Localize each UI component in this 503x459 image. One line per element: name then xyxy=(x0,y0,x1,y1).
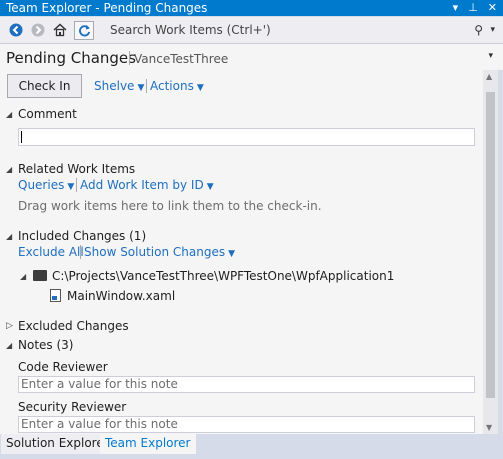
drag-hint: Drag work items here to link them to the… xyxy=(18,199,322,213)
forward-arrow-icon[interactable] xyxy=(30,22,46,38)
window-controls: ▾ ⊥ ✕ xyxy=(453,0,497,16)
chevron-down-icon: ▼ xyxy=(228,249,236,259)
related-work-items-title[interactable]: Related Work Items xyxy=(18,162,135,176)
code-reviewer-input[interactable]: Enter a value for this note xyxy=(18,376,475,393)
workspace-name: VanceTestThree xyxy=(134,52,229,66)
scroll-thumb[interactable] xyxy=(486,92,495,398)
close-icon[interactable]: ✕ xyxy=(488,0,497,16)
chevron-down-icon: ▼ xyxy=(206,182,214,192)
add-work-item-label: Add Work Item by ID xyxy=(80,178,204,192)
text-cursor xyxy=(21,131,22,143)
chevron-down-icon: ▼ xyxy=(196,83,204,93)
collapse-triangle-icon[interactable]: ◢ xyxy=(6,110,12,119)
check-in-button[interactable]: Check In xyxy=(7,74,82,98)
window-dropdown-icon[interactable]: ▾ xyxy=(453,0,459,16)
scroll-up-icon[interactable]: ▲ xyxy=(486,72,492,81)
scroll-down-icon[interactable]: ▼ xyxy=(486,423,492,432)
tab-solution-explorer[interactable]: Solution Explorer xyxy=(1,434,115,454)
queries-link[interactable]: Queries ▼ xyxy=(18,178,74,192)
page-header: Pending Changes VanceTestThree ▾ xyxy=(0,44,503,70)
show-solution-changes-label: Show Solution Changes xyxy=(84,245,226,259)
excluded-changes-title[interactable]: Excluded Changes xyxy=(18,319,129,333)
file-name[interactable]: MainWindow.xaml xyxy=(67,289,175,303)
chevron-down-icon: ▼ xyxy=(137,83,145,93)
pending-changes-panel: Check In Shelve ▼ Actions ▼ ◢ Comment ◢ Re… xyxy=(0,70,483,434)
note-label: Code Reviewer xyxy=(18,360,108,374)
back-arrow-icon[interactable] xyxy=(8,22,24,38)
search-input[interactable]: Search Work Items (Ctrl+') ⚲ ▾ xyxy=(103,20,497,40)
refresh-icon[interactable] xyxy=(74,21,94,40)
search-dropdown-icon[interactable]: ▾ xyxy=(490,20,495,40)
collapse-triangle-icon[interactable]: ◢ xyxy=(6,341,12,350)
note-label: Security Reviewer xyxy=(18,400,127,414)
comment-input[interactable] xyxy=(18,128,475,146)
comment-section-title[interactable]: Comment xyxy=(18,107,77,121)
included-changes-title[interactable]: Included Changes (1) xyxy=(18,229,146,243)
home-icon[interactable] xyxy=(52,22,68,38)
page-title: Pending Changes xyxy=(6,49,136,67)
xaml-file-icon xyxy=(50,289,61,302)
security-reviewer-input[interactable]: Enter a value for this note xyxy=(18,416,475,433)
search-icon[interactable]: ⚲ xyxy=(474,20,483,40)
collapse-triangle-icon[interactable]: ◢ xyxy=(6,165,12,174)
shelve-label: Shelve xyxy=(94,79,135,93)
toolbar-separator xyxy=(76,178,77,192)
header-dropdown-icon[interactable]: ▾ xyxy=(488,51,493,61)
tab-team-explorer[interactable]: Team Explorer xyxy=(100,434,196,454)
folder-icon xyxy=(33,270,47,281)
navigation-bar: Search Work Items (Ctrl+') ⚲ ▾ xyxy=(0,17,503,44)
window-title: Team Explorer - Pending Changes xyxy=(6,1,208,15)
actions-link[interactable]: Actions ▼ xyxy=(150,79,204,93)
queries-label: Queries xyxy=(18,178,65,192)
shelve-link[interactable]: Shelve ▼ xyxy=(94,79,144,93)
vertical-scrollbar[interactable]: ▲ ▼ xyxy=(483,70,498,434)
add-work-item-link[interactable]: Add Work Item by ID ▼ xyxy=(80,178,214,192)
exclude-all-link[interactable]: Exclude All xyxy=(18,245,84,259)
header-separator xyxy=(129,51,130,65)
search-placeholder: Search Work Items (Ctrl+') xyxy=(110,23,271,37)
toolbar-separator xyxy=(146,79,147,93)
folder-path[interactable]: C:\Projects\VanceTestThree\WPFTestOne\Wp… xyxy=(52,269,394,283)
show-solution-changes-link[interactable]: Show Solution Changes ▼ xyxy=(84,245,235,259)
actions-label: Actions xyxy=(150,79,194,93)
notes-title[interactable]: Notes (3) xyxy=(18,338,73,352)
toolbar-separator xyxy=(80,245,81,259)
expand-triangle-icon[interactable]: ▷ xyxy=(6,321,13,331)
collapse-triangle-icon[interactable]: ◢ xyxy=(6,232,12,241)
pin-icon[interactable]: ⊥ xyxy=(468,0,478,16)
tree-expand-icon[interactable]: ◢ xyxy=(20,272,26,281)
chevron-down-icon: ▼ xyxy=(67,182,75,192)
window-titlebar: Team Explorer - Pending Changes ▾ ⊥ ✕ xyxy=(0,0,503,16)
bottom-tab-strip: Solution Explorer Team Explorer xyxy=(0,434,503,459)
